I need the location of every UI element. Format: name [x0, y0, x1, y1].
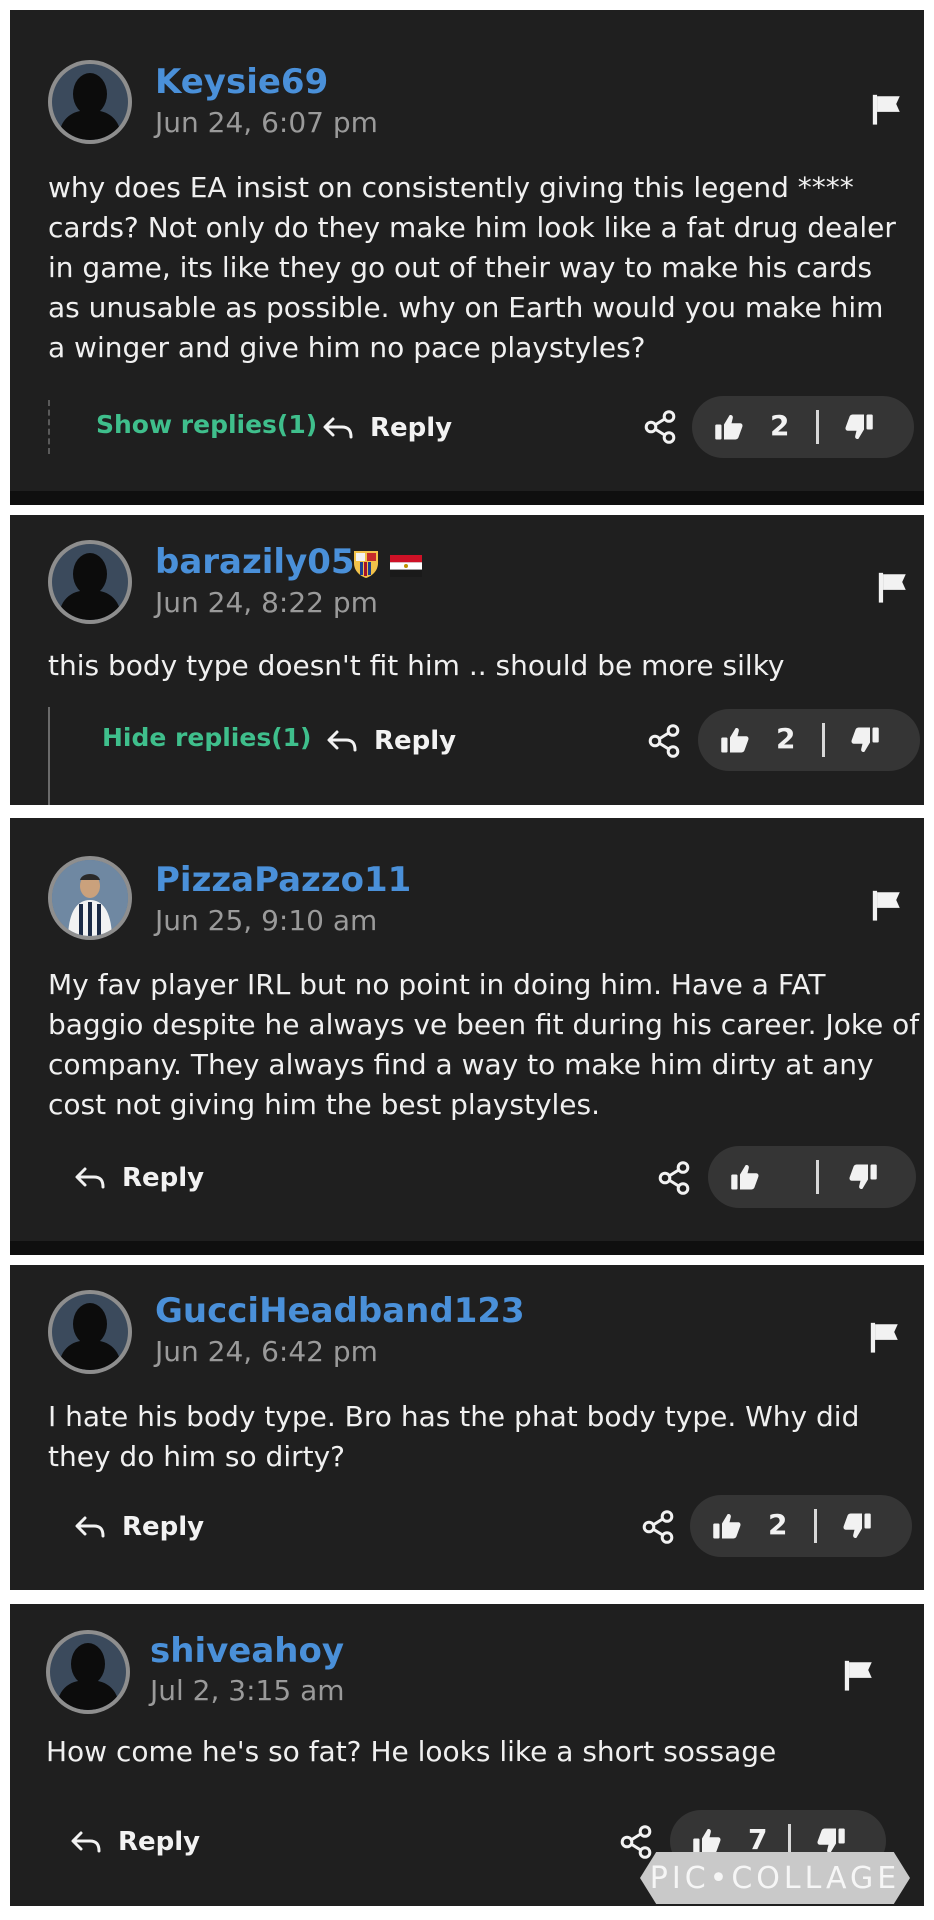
show-replies-button[interactable]: Show replies(1) — [96, 410, 317, 439]
vote-divider — [814, 1509, 817, 1543]
player-photo-avatar — [52, 860, 128, 936]
like-count: 2 — [768, 1508, 788, 1541]
reply-label: Reply — [122, 1512, 205, 1542]
avatar-silhouette-icon — [52, 544, 128, 620]
share-icon[interactable] — [646, 723, 682, 759]
timestamp: Jun 25, 9:10 am — [155, 904, 378, 937]
thumbs-down-icon[interactable] — [844, 412, 874, 442]
reply-label: Reply — [374, 726, 457, 756]
avatar-silhouette-icon — [52, 64, 128, 140]
barcelona-crest-icon — [354, 551, 378, 578]
timestamp: Jun 24, 6:07 pm — [155, 106, 378, 139]
thumbs-down-icon[interactable] — [842, 1511, 872, 1541]
thumbs-down-icon[interactable] — [848, 1162, 878, 1192]
reply-button[interactable]: Reply — [74, 1158, 204, 1198]
username[interactable]: GucciHeadband123 — [155, 1291, 525, 1331]
reply-label: Reply — [370, 413, 453, 443]
thumbs-up-icon[interactable] — [730, 1162, 760, 1192]
flag-icon[interactable] — [876, 570, 910, 604]
comment-body: How come he's so fat? He looks like a sh… — [46, 1735, 777, 1768]
reply-arrow-icon — [326, 729, 358, 753]
vote-divider — [822, 723, 825, 757]
avatar[interactable] — [48, 1290, 132, 1374]
reply-arrow-icon — [74, 1166, 106, 1190]
timestamp: Jun 24, 6:42 pm — [155, 1335, 378, 1368]
thread-line — [48, 707, 50, 805]
comment-body: My fav player IRL but no point in doing … — [48, 968, 920, 1121]
vote-pill: 2 — [698, 709, 920, 771]
thumbs-up-icon[interactable] — [692, 1826, 722, 1856]
reply-arrow-icon — [74, 1515, 106, 1539]
thumbs-up-icon[interactable] — [712, 1511, 742, 1541]
comment-card: barazily05 Jun 24, 8:22 pm this body typ… — [10, 515, 924, 805]
like-count: 7 — [748, 1823, 768, 1856]
reply-arrow-icon — [322, 416, 354, 440]
username[interactable]: PizzaPazzo11 — [155, 860, 411, 900]
vote-divider — [816, 1160, 819, 1194]
like-count: 2 — [776, 722, 796, 755]
comment-card: GucciHeadband123 Jun 24, 6:42 pm I hate … — [10, 1265, 924, 1590]
thumbs-down-icon[interactable] — [850, 725, 880, 755]
thumbs-down-icon[interactable] — [816, 1826, 846, 1856]
vote-divider — [816, 410, 819, 444]
avatar[interactable] — [46, 1630, 130, 1714]
username[interactable]: Keysie69 — [155, 62, 328, 102]
avatar[interactable] — [48, 856, 132, 940]
share-icon[interactable] — [640, 1509, 676, 1545]
comment-body: I hate his body type. Bro has the phat b… — [48, 1400, 860, 1473]
share-icon[interactable] — [656, 1160, 692, 1196]
flag-icon[interactable] — [870, 92, 904, 126]
flag-icon[interactable] — [870, 888, 904, 922]
reply-button[interactable]: Reply — [70, 1822, 200, 1862]
flag-icon[interactable] — [868, 1320, 902, 1354]
reply-arrow-icon — [70, 1830, 102, 1854]
card-divider — [10, 1241, 924, 1255]
vote-pill: 2 — [692, 396, 914, 458]
comment-card: Keysie69 Jun 24, 6:07 pm why does EA ins… — [10, 10, 924, 505]
thumbs-up-icon[interactable] — [720, 725, 750, 755]
avatar[interactable] — [48, 540, 132, 624]
avatar-silhouette-icon — [50, 1634, 126, 1710]
timestamp: Jul 2, 3:15 am — [150, 1674, 345, 1707]
timestamp: Jun 24, 8:22 pm — [155, 586, 378, 619]
reply-button[interactable]: Reply — [326, 721, 456, 761]
hide-replies-button[interactable]: Hide replies(1) — [102, 723, 311, 752]
thumbs-up-icon[interactable] — [714, 412, 744, 442]
reply-button[interactable]: Reply — [74, 1507, 204, 1547]
username[interactable]: shiveahoy — [150, 1631, 344, 1671]
share-icon[interactable] — [642, 409, 678, 445]
flag-icon[interactable] — [842, 1658, 876, 1692]
avatar-silhouette-icon — [52, 1294, 128, 1370]
comment-card: PizzaPazzo11 Jun 25, 9:10 am My fav play… — [10, 818, 924, 1255]
reply-label: Reply — [122, 1163, 205, 1193]
comment-body: why does EA insist on consistently givin… — [48, 171, 896, 364]
like-count: 2 — [770, 409, 790, 442]
reply-label: Reply — [118, 1827, 201, 1857]
vote-pill: 2 — [690, 1495, 912, 1557]
comment-body: this body type doesn't fit him .. should… — [48, 649, 785, 682]
reply-button[interactable]: Reply — [322, 408, 452, 448]
vote-pill — [708, 1146, 916, 1208]
card-divider — [10, 491, 924, 505]
avatar[interactable] — [48, 60, 132, 144]
share-icon[interactable] — [618, 1824, 654, 1860]
egypt-flag-icon — [390, 555, 422, 577]
watermark: PIC•COLLAGE — [640, 1852, 910, 1904]
username[interactable]: barazily05 — [155, 542, 355, 582]
thread-line — [48, 400, 52, 454]
